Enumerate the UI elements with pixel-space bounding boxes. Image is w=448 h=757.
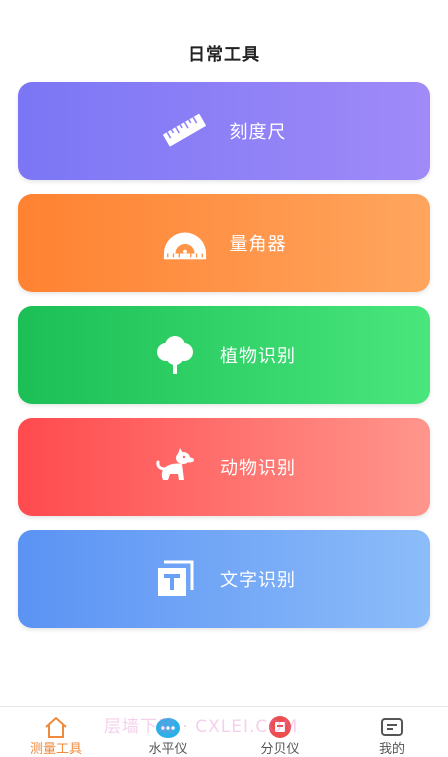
page-title: 日常工具 <box>188 45 260 65</box>
tab-measure-tools[interactable]: 测量工具 <box>16 707 96 757</box>
tab-measure-tools-label: 测量工具 <box>29 742 82 757</box>
ruler-tool-card[interactable]: 刻度尺 <box>18 82 430 180</box>
animal-recognition-label: 动物识别 <box>220 458 296 479</box>
ruler-icon <box>162 108 208 154</box>
protractor-tool-label: 量角器 <box>229 234 287 255</box>
tab-profile-label: 我的 <box>378 742 405 757</box>
plant-recognition-card[interactable]: 植物识别 <box>18 306 430 404</box>
tab-decibel-label: 分贝仪 <box>260 742 300 757</box>
tab-level-label: 水平仪 <box>148 742 188 757</box>
tab-profile[interactable]: 我的 <box>352 707 432 757</box>
profile-icon <box>379 715 405 739</box>
protractor-tool-card[interactable]: 量角器 <box>18 194 430 292</box>
plant-recognition-label: 植物识别 <box>220 346 296 367</box>
protractor-icon <box>162 220 208 266</box>
watermark: 层墙下载 · CXLEI.COM <box>104 717 299 737</box>
tree-icon <box>152 332 198 378</box>
ruler-tool-label: 刻度尺 <box>229 122 287 143</box>
text-scan-icon <box>152 556 198 602</box>
text-recognition-label: 文字识别 <box>220 570 296 591</box>
text-recognition-card[interactable]: 文字识别 <box>18 530 430 628</box>
home-icon <box>43 715 69 739</box>
animal-recognition-card[interactable]: 动物识别 <box>18 418 430 516</box>
dog-icon <box>152 444 198 490</box>
